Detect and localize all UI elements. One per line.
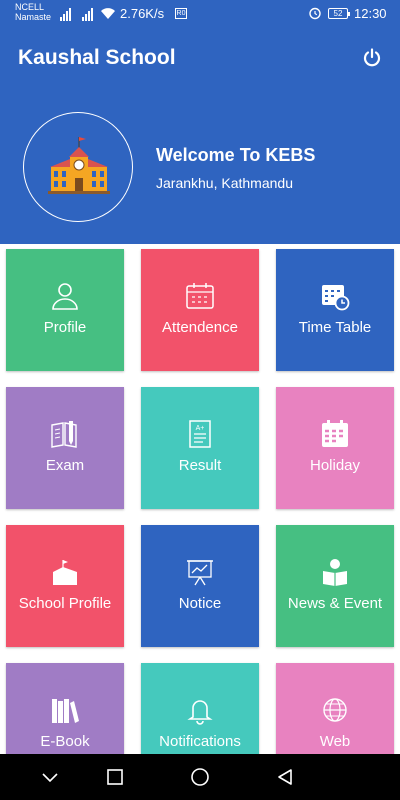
tile-label: Web: [319, 733, 351, 750]
book-pencil-icon: [51, 421, 77, 448]
tile-label: Result: [178, 457, 222, 474]
wifi-icon: [101, 8, 115, 19]
tile-news-event[interactable]: News & Event: [276, 525, 394, 647]
tile-label: Time Table: [298, 319, 372, 336]
carrier-name: NCELL Namaste: [15, 2, 52, 22]
books-icon: [52, 699, 79, 723]
network-speed: 2.76K/s: [120, 6, 165, 21]
app-title: Kaushal School: [18, 46, 176, 69]
signal-icon: [60, 7, 71, 21]
tile-label: Notice: [178, 595, 222, 612]
tile-holiday[interactable]: Holiday: [276, 387, 394, 509]
tile-result[interactable]: A+ Result: [141, 387, 259, 509]
tile-label: Attendence: [162, 319, 238, 336]
app-bar: Kaushal School: [0, 28, 400, 90]
tile-label: School Profile: [18, 595, 112, 612]
power-icon[interactable]: [362, 48, 382, 68]
recent-apps-icon[interactable]: [105, 767, 125, 787]
calendar-icon: [186, 283, 214, 309]
school-address: Jarankhu, Kathmandu: [156, 175, 293, 191]
welcome-text: Welcome To KEBS: [156, 145, 316, 165]
tile-label: Profile: [43, 319, 87, 336]
battery-icon: 52: [328, 8, 350, 19]
home-icon[interactable]: [190, 767, 210, 787]
clock: 12:30: [354, 6, 387, 21]
nfc-icon: R0: [175, 8, 187, 19]
user-icon: [52, 283, 78, 310]
svg-text:A+: A+: [196, 425, 205, 432]
tile-notice[interactable]: Notice: [141, 525, 259, 647]
back-icon[interactable]: [275, 767, 295, 787]
signal-icon: [82, 7, 93, 21]
tile-profile[interactable]: Profile: [6, 249, 124, 371]
alarm-icon: [309, 7, 321, 20]
status-bar: NCELL Namaste 2.76K/s R0 52 12:30: [0, 0, 400, 28]
tile-school-profile[interactable]: School Profile: [6, 525, 124, 647]
tile-time-table[interactable]: Time Table: [276, 249, 394, 371]
bell-icon: [187, 700, 213, 725]
tile-attendence[interactable]: Attendence: [141, 249, 259, 371]
tile-label: Notifications: [159, 733, 241, 750]
school-logo: [23, 112, 133, 222]
collapse-down-icon[interactable]: [40, 767, 60, 787]
globe-icon: [323, 698, 347, 722]
presentation-board-icon: [187, 560, 213, 586]
school-flag-icon: [53, 560, 77, 585]
tile-exam[interactable]: Exam: [6, 387, 124, 509]
tile-label: Exam: [45, 457, 85, 474]
tile-label: E-Book: [40, 733, 90, 750]
calendar-clock-icon: [322, 285, 350, 311]
tile-label: News & Event: [287, 595, 383, 612]
system-nav-bar: [0, 754, 400, 800]
tile-label: Holiday: [309, 457, 361, 474]
report-card-icon: A+: [189, 420, 211, 448]
calendar-grid-icon: [322, 420, 348, 447]
school-header: Welcome To KEBS Jarankhu, Kathmandu: [0, 90, 400, 244]
school-building-icon: [48, 137, 110, 194]
newspaper-reader-icon: [323, 559, 347, 586]
